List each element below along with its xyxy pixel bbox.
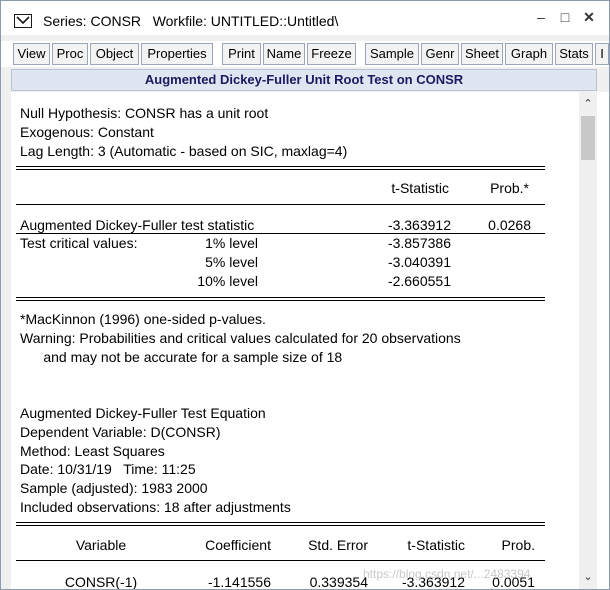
coefficient-value: -1.141556: [207, 574, 271, 589]
sheet-button[interactable]: Sheet: [461, 43, 503, 65]
null-hypothesis-text: Null Hypothesis: CONSR has a unit root: [20, 105, 269, 121]
table-rule: [16, 522, 545, 523]
warning-note: Warning: Probabilities and critical valu…: [20, 330, 461, 346]
eviews-series-window: Series: CONSR Workfile: UNTITLED::Untitl…: [0, 0, 610, 590]
adf-stat-label: Augmented Dickey-Fuller test statistic: [20, 217, 255, 233]
object-button[interactable]: Object: [90, 43, 139, 65]
toolbar: View Proc Object Properties Print Name F…: [1, 41, 609, 67]
proc-button[interactable]: Proc: [52, 43, 88, 65]
stderr-value: 0.339354: [309, 574, 368, 589]
scroll-up-icon[interactable]: ⌃: [579, 97, 597, 111]
critical-level: 1% level: [205, 235, 258, 251]
window-edge: [597, 92, 609, 589]
coefficient-column-header: Coefficient: [205, 537, 271, 553]
table-rule: [16, 525, 545, 526]
critical-level: 10% level: [197, 273, 258, 289]
adf-stat-value: -3.363912: [387, 217, 451, 233]
tstat-column-header: t-Statistic: [407, 537, 465, 553]
minimize-button[interactable]: –: [531, 9, 551, 25]
table-rule: [16, 560, 545, 561]
vertical-scrollbar[interactable]: ⌃ ⌄: [579, 92, 597, 589]
stderr-column-header: Std. Error: [308, 537, 368, 553]
date-time-text: Date: 10/31/19 Time: 11:25: [20, 461, 196, 477]
title-bar[interactable]: Series: CONSR Workfile: UNTITLED::Untitl…: [1, 1, 609, 35]
table-rule: [16, 297, 545, 298]
scroll-down-icon[interactable]: ⌄: [579, 570, 597, 584]
close-button[interactable]: ✕: [579, 9, 599, 26]
critical-values-label: Test critical values:: [20, 235, 138, 251]
properties-button[interactable]: Properties: [141, 43, 213, 65]
watermark-text: https://blog.csdn.net/...2483394: [363, 567, 531, 581]
table-rule: [16, 300, 545, 301]
series-window-icon: [14, 14, 32, 28]
graph-button[interactable]: Graph: [505, 43, 553, 65]
table-rule: [16, 233, 545, 234]
prob-column-header: Prob.*: [490, 180, 529, 196]
critical-level: 5% level: [205, 254, 258, 270]
observations-text: Included observations: 18 after adjustme…: [20, 499, 291, 515]
print-button[interactable]: Print: [222, 43, 261, 65]
critical-value: -3.040391: [387, 254, 451, 270]
table-rule: [16, 204, 545, 205]
stats-button[interactable]: Stats: [555, 43, 593, 65]
regressor-name: CONSR(-1): [64, 574, 138, 589]
sample-button[interactable]: Sample: [365, 43, 419, 65]
test-output-spool: Null Hypothesis: CONSR has a unit root E…: [11, 92, 579, 589]
table-rule: [16, 169, 545, 170]
freeze-button[interactable]: Freeze: [307, 43, 356, 65]
table-rule: [16, 166, 545, 167]
tstat-column-header: t-Statistic: [391, 180, 449, 196]
lag-length-text: Lag Length: 3 (Automatic - based on SIC,…: [20, 143, 348, 159]
scroll-thumb[interactable]: [581, 116, 595, 160]
warning-note-continued: and may not be accurate for a sample siz…: [20, 349, 343, 365]
exogenous-text: Exogenous: Constant: [20, 124, 154, 140]
dependent-variable-text: Dependent Variable: D(CONSR): [20, 424, 221, 440]
sample-text: Sample (adjusted): 1983 2000: [20, 480, 208, 496]
maximize-button[interactable]: □: [555, 9, 575, 25]
equation-title: Augmented Dickey-Fuller Test Equation: [20, 405, 266, 421]
window-title: Series: CONSR Workfile: UNTITLED::Untitl…: [43, 13, 339, 29]
name-button[interactable]: Name: [263, 43, 305, 65]
prob-column-header: Prob.: [501, 537, 535, 553]
view-button[interactable]: View: [13, 43, 50, 65]
mackinnon-note: *MacKinnon (1996) one-sided p-values.: [20, 311, 266, 327]
method-text: Method: Least Squares: [20, 443, 165, 459]
output-header: Augmented Dickey-Fuller Unit Root Test o…: [11, 69, 597, 91]
variable-column-header: Variable: [75, 537, 127, 553]
adf-prob-value: 0.0268: [488, 217, 531, 233]
critical-value: -3.857386: [387, 235, 451, 251]
genr-button[interactable]: Genr: [421, 43, 459, 65]
critical-value: -2.660551: [387, 273, 451, 289]
ident-button[interactable]: I: [595, 43, 609, 65]
